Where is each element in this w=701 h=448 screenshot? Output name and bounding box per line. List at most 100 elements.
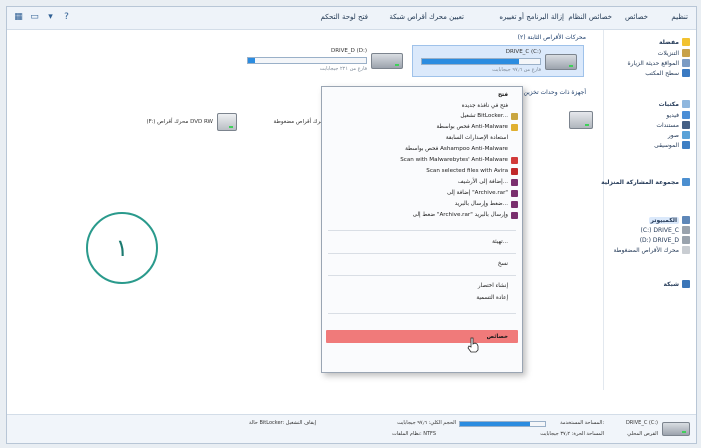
hard-disk-icon bbox=[545, 54, 577, 70]
menu-item-scan-antimalware[interactable]: فحص بواسطة Anti-Malware bbox=[436, 122, 508, 132]
removable-drive-icon bbox=[569, 111, 593, 129]
computer-icon bbox=[682, 216, 690, 224]
nav-homegroup[interactable]: مجموعة المشاركة المنزلية bbox=[601, 178, 690, 186]
archive-icon bbox=[511, 179, 518, 186]
desktop-icon bbox=[682, 69, 690, 77]
menu-item-copy[interactable]: نسخ bbox=[498, 259, 508, 269]
details-free-space: المساحة الحرة: ٣٧٫٢ جيجابايت bbox=[540, 431, 604, 437]
nav-computer[interactable]: الكمبيوتر bbox=[648, 216, 690, 224]
menu-item-ashampoo[interactable]: فحص بواسطة Ashampoo Anti-Malware bbox=[405, 144, 508, 154]
hard-disks-group-title[interactable]: محركات الأقراص الثابتة (٢) bbox=[518, 34, 586, 41]
pictures-icon bbox=[682, 131, 690, 139]
recent-places-icon bbox=[682, 59, 690, 67]
menu-item-bitlocker[interactable]: تشغيل BitLocker... bbox=[460, 111, 508, 121]
drive-d-tile[interactable]: DRIVE_D (D:) فارغ من ٢٢١ جيجابايت bbox=[239, 45, 409, 75]
dvd-drive-icon bbox=[682, 246, 690, 254]
documents-icon bbox=[682, 121, 690, 129]
details-drive-name: DRIVE_C (C:) bbox=[625, 420, 658, 426]
homegroup-icon bbox=[682, 178, 690, 186]
archive-icon bbox=[511, 201, 518, 208]
menu-item-previous-versions[interactable]: استعادة الإصدارات السابقة bbox=[446, 133, 508, 143]
details-space-used-label: المساحة المستخدمة: bbox=[560, 420, 604, 426]
context-menu: فتح فتح في نافذة جديدة تشغيل BitLocker..… bbox=[321, 86, 523, 373]
nav-desktop[interactable]: سطح المكتب bbox=[645, 69, 690, 77]
nav-drive-d[interactable]: (D:) DRIVE_D bbox=[640, 236, 690, 244]
nav-drive-c[interactable]: (C:) DRIVE_C bbox=[641, 226, 690, 234]
nav-music[interactable]: الموسيقى bbox=[654, 141, 690, 149]
menu-item-add-archive[interactable]: إضافة إلى الأرشيف... bbox=[458, 177, 508, 187]
removable-device-tile[interactable] bbox=[537, 107, 597, 133]
menu-item-compress-email[interactable]: ضغط وإرسال بالبريد... bbox=[455, 199, 508, 209]
uninstall-program-button[interactable]: إزالة البرنامج أو تغييره bbox=[499, 13, 564, 21]
nav-pictures[interactable]: صور bbox=[668, 131, 690, 139]
removable-media-tile[interactable]: محرك أقراص مضغوطة bbox=[237, 113, 327, 133]
videos-icon bbox=[682, 111, 690, 119]
nav-network[interactable]: شبكة bbox=[664, 280, 690, 288]
hard-disk-icon bbox=[371, 53, 403, 69]
network-icon bbox=[682, 280, 690, 288]
drive-icon bbox=[682, 226, 690, 234]
nav-libraries[interactable]: مكتبات bbox=[659, 100, 690, 108]
details-drive-type: القرص المحلي bbox=[627, 431, 658, 437]
details-usage-bar bbox=[459, 421, 546, 427]
archive-icon bbox=[511, 190, 518, 197]
details-file-system: نظام الملفات: NTFS bbox=[392, 431, 436, 437]
hard-disk-icon bbox=[662, 422, 690, 436]
map-network-drive-button[interactable]: تعيين محرك أقراص شبكة bbox=[389, 13, 464, 21]
drive-c-usage-bar bbox=[421, 58, 541, 65]
menu-item-malwarebytes[interactable]: Scan with Malwarebytes' Anti-Malware bbox=[400, 155, 508, 165]
menu-item-avira[interactable]: Scan selected files with Avira bbox=[426, 166, 508, 176]
organize-button[interactable]: تنظيم bbox=[671, 13, 688, 21]
dvd-drive-tile[interactable]: (F:) محرك أقراص DVD RW bbox=[117, 111, 237, 135]
drive-c-usage-fill bbox=[422, 59, 519, 64]
nav-videos[interactable]: فيديو bbox=[666, 111, 690, 119]
step-number-badge: ١ bbox=[86, 212, 158, 284]
hand-cursor-icon bbox=[467, 337, 479, 353]
menu-item-rename[interactable]: إعادة التسمية bbox=[476, 293, 508, 303]
music-icon bbox=[682, 141, 690, 149]
preview-pane-icon[interactable]: ▭ bbox=[29, 12, 40, 23]
open-control-panel-button[interactable]: فتح لوحة التحكم bbox=[321, 13, 369, 21]
avira-icon bbox=[511, 168, 518, 175]
details-usage-fill bbox=[460, 422, 530, 426]
explorer-window: ▦ ▭ ▾ ? تنظيم خصائص خصائص النظام إزالة ا… bbox=[6, 6, 697, 444]
downloads-icon bbox=[682, 49, 690, 57]
navigation-pane: مفضلة التنزيلات المواقع حديثة الزيارة سط… bbox=[601, 30, 696, 390]
menu-item-properties[interactable]: خصائص bbox=[487, 332, 508, 342]
menu-item-compress-rar-email[interactable]: ضغط إلى "Archive.rar" وإرسال بالبريد bbox=[413, 210, 508, 220]
view-options-icon[interactable]: ▾ bbox=[45, 12, 56, 23]
star-icon bbox=[682, 38, 690, 46]
drive-icon bbox=[682, 236, 690, 244]
details-pane: DRIVE_C (C:) القرص المحلي المساحة المستخ… bbox=[7, 414, 696, 443]
archive-icon bbox=[511, 212, 518, 219]
dvd-drive-icon bbox=[217, 113, 237, 131]
command-toolbar: ▦ ▭ ▾ ? تنظيم خصائص خصائص النظام إزالة ا… bbox=[7, 7, 696, 30]
bitlocker-icon bbox=[511, 113, 518, 120]
nav-downloads[interactable]: التنزيلات bbox=[658, 49, 690, 57]
details-total-size: الحجم الكلي: ٩٧٫٦ جيجابايت bbox=[397, 420, 456, 426]
menu-separator bbox=[328, 313, 516, 314]
system-properties-button[interactable]: خصائص النظام bbox=[568, 13, 612, 21]
libraries-icon bbox=[682, 100, 690, 108]
drive-d-usage-bar bbox=[247, 57, 367, 64]
nav-recent-places[interactable]: المواقع حديثة الزيارة bbox=[627, 59, 690, 67]
nav-documents[interactable]: مستندات bbox=[656, 121, 690, 129]
drive-d-usage-fill bbox=[248, 58, 256, 63]
nav-favorites[interactable]: مفضلة bbox=[659, 38, 690, 46]
menu-separator bbox=[328, 230, 516, 231]
menu-item-format[interactable]: تهيئة... bbox=[492, 237, 508, 247]
malwarebytes-icon bbox=[511, 157, 518, 164]
layout-icon[interactable]: ▦ bbox=[13, 12, 24, 23]
menu-item-add-archive-rar[interactable]: إضافة إلى "Archive.rar" bbox=[447, 188, 508, 198]
menu-separator bbox=[328, 275, 516, 276]
nav-dvd-drive[interactable]: محرك الأقراص المضغوطة bbox=[614, 246, 690, 254]
properties-button[interactable]: خصائص bbox=[625, 13, 648, 21]
details-bitlocker: حالة BitLocker: إيقاف التشغيل bbox=[249, 420, 316, 426]
menu-item-open[interactable]: فتح bbox=[498, 90, 508, 100]
help-icon[interactable]: ? bbox=[61, 12, 72, 23]
antimalware-icon bbox=[511, 124, 518, 131]
menu-separator bbox=[328, 253, 516, 254]
menu-item-open-new-window[interactable]: فتح في نافذة جديدة bbox=[462, 101, 508, 111]
menu-item-create-shortcut[interactable]: إنشاء اختصار bbox=[478, 281, 508, 291]
drive-c-tile[interactable]: DRIVE_C (C:) فارغ من ٩٧٫٦ جيجابايت bbox=[412, 45, 584, 77]
